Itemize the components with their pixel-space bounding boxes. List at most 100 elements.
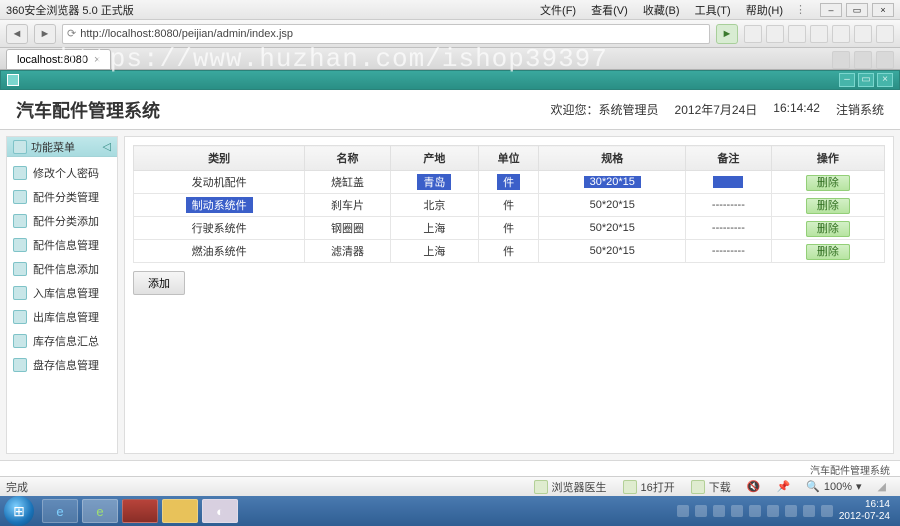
table-cell: 30*20*15 <box>539 171 686 194</box>
sidebar-item-icon <box>13 358 27 372</box>
sidebar-item-5[interactable]: 入库信息管理 <box>7 281 117 305</box>
sidebar-item-7[interactable]: 库存信息汇总 <box>7 329 117 353</box>
status-doctor[interactable]: 浏览器医生 <box>552 479 607 495</box>
tool-icon[interactable] <box>854 25 872 43</box>
download-icon[interactable] <box>766 25 784 43</box>
table-header: 操作 <box>771 146 884 171</box>
table-cell: 滤清器 <box>305 240 391 263</box>
tray-icon[interactable] <box>749 505 761 517</box>
sidebar-item-4[interactable]: 配件信息添加 <box>7 257 117 281</box>
logout-link[interactable]: 注销系统 <box>836 101 884 118</box>
task-explorer[interactable] <box>162 499 198 523</box>
table-cell: 北京 <box>390 194 478 217</box>
clock[interactable]: 16:14 2012-07-24 <box>839 499 896 523</box>
status-pin-icon[interactable]: 📌 <box>776 480 790 493</box>
delete-button[interactable]: 删除 <box>806 244 850 260</box>
address-bar[interactable]: ⟳ http://localhost:8080/peijian/admin/in… <box>62 24 710 44</box>
sidebar-item-label: 出库信息管理 <box>33 309 99 325</box>
window-restore[interactable]: ▭ <box>846 3 868 17</box>
sidebar-item-2[interactable]: 配件分类添加 <box>7 209 117 233</box>
tab-screenshot-icon[interactable] <box>876 51 894 69</box>
sidebar-item-label: 配件信息添加 <box>33 261 99 277</box>
sidebar-item-6[interactable]: 出库信息管理 <box>7 305 117 329</box>
table-header: 单位 <box>478 146 538 171</box>
add-button[interactable]: 添加 <box>133 271 185 295</box>
window-close[interactable]: × <box>872 3 894 17</box>
menu-fav[interactable]: 收藏(B) <box>643 5 680 17</box>
status-mute-icon[interactable]: 🔇 <box>747 480 761 493</box>
tray-icon[interactable] <box>785 505 797 517</box>
tab-newtab-icon[interactable] <box>832 51 850 69</box>
start-button[interactable]: ⊞ <box>4 496 34 526</box>
app-maximize[interactable]: ▭ <box>858 73 874 87</box>
gear-icon[interactable] <box>788 25 806 43</box>
menu-icon <box>13 140 27 154</box>
task-360[interactable]: e <box>82 499 118 523</box>
table-cell: 件 <box>478 171 538 194</box>
table-cell[interactable]: 删除 <box>771 217 884 240</box>
app-body: 功能菜单 ◁ 修改个人密码配件分类管理配件分类添加配件信息管理配件信息添加入库信… <box>0 130 900 460</box>
tray-network-icon[interactable] <box>803 505 815 517</box>
tray-volume-icon[interactable] <box>821 505 833 517</box>
status-download[interactable]: 下载 <box>709 479 731 495</box>
taskbar: ⊞ e e ◐ 16:14 2012-07-24 <box>0 496 900 526</box>
table-cell: --------- <box>686 217 772 240</box>
window-minimize[interactable]: – <box>820 3 842 17</box>
task-mysql[interactable] <box>122 499 158 523</box>
flag-icon[interactable] <box>810 25 828 43</box>
tray-icon[interactable] <box>713 505 725 517</box>
tray-icon[interactable] <box>695 505 707 517</box>
table-cell[interactable]: 删除 <box>771 171 884 194</box>
status-open[interactable]: 16打开 <box>641 479 675 495</box>
sidebar-item-icon <box>13 262 27 276</box>
status-zoom[interactable]: 100% <box>824 481 852 493</box>
tab-list-icon[interactable] <box>854 51 872 69</box>
delete-button[interactable]: 删除 <box>806 221 850 237</box>
menu-file[interactable]: 文件(F) <box>540 5 576 17</box>
zoom-icon[interactable] <box>876 25 894 43</box>
star-icon[interactable] <box>744 25 762 43</box>
go-button[interactable]: ► <box>716 24 738 44</box>
sidebar-item-0[interactable]: 修改个人密码 <box>7 161 117 185</box>
table-cell: 烧缸盖 <box>305 171 391 194</box>
url-text: http://localhost:8080/peijian/admin/inde… <box>80 28 293 40</box>
forward-button[interactable]: ► <box>34 24 56 44</box>
shield-icon[interactable] <box>832 25 850 43</box>
browser-toolbar: ◄ ► ⟳ http://localhost:8080/peijian/admi… <box>0 20 900 48</box>
tab-localhost[interactable]: localhost:8080 × <box>6 49 111 69</box>
sidebar-item-3[interactable]: 配件信息管理 <box>7 233 117 257</box>
status-done: 完成 <box>6 479 28 495</box>
delete-button[interactable]: 删除 <box>806 198 850 214</box>
app-close[interactable]: × <box>877 73 893 87</box>
sidebar-title: 功能菜单 <box>31 139 75 155</box>
zoom-dropdown-icon[interactable]: ▾ <box>856 480 862 493</box>
table-cell[interactable]: 删除 <box>771 194 884 217</box>
back-button[interactable]: ◄ <box>6 24 28 44</box>
tray-icon[interactable] <box>767 505 779 517</box>
task-eclipse[interactable]: ◐ <box>202 499 238 523</box>
menu-tools[interactable]: 工具(T) <box>695 5 731 17</box>
open-icon[interactable] <box>623 480 637 494</box>
sidebar-item-8[interactable]: 盘存信息管理 <box>7 353 117 377</box>
sidebar-item-1[interactable]: 配件分类管理 <box>7 185 117 209</box>
menu-more-icon[interactable]: ⋮ <box>795 3 806 16</box>
table-cell: 制动系统件 <box>134 194 305 217</box>
sidebar-toggle-icon[interactable]: ◁ <box>103 140 111 153</box>
delete-button[interactable]: 删除 <box>806 175 850 191</box>
table-cell: --------- <box>686 240 772 263</box>
menu-view[interactable]: 查看(V) <box>591 5 628 17</box>
resize-grip-icon[interactable]: ◢ <box>878 480 886 493</box>
tray-icon[interactable] <box>731 505 743 517</box>
app-minimize[interactable]: – <box>839 73 855 87</box>
download-status-icon[interactable] <box>691 480 705 494</box>
task-ie[interactable]: e <box>42 499 78 523</box>
doctor-icon[interactable] <box>534 480 548 494</box>
tab-close-icon[interactable]: × <box>94 54 100 66</box>
menu-help[interactable]: 帮助(H) <box>746 5 783 17</box>
tray-icon[interactable] <box>677 505 689 517</box>
table-cell: 件 <box>478 217 538 240</box>
table-cell[interactable]: 删除 <box>771 240 884 263</box>
sidebar-item-label: 配件信息管理 <box>33 237 99 253</box>
browser-title: 360安全浏览器 5.0 正式版 <box>6 2 134 18</box>
sidebar: 功能菜单 ◁ 修改个人密码配件分类管理配件分类添加配件信息管理配件信息添加入库信… <box>6 136 118 454</box>
